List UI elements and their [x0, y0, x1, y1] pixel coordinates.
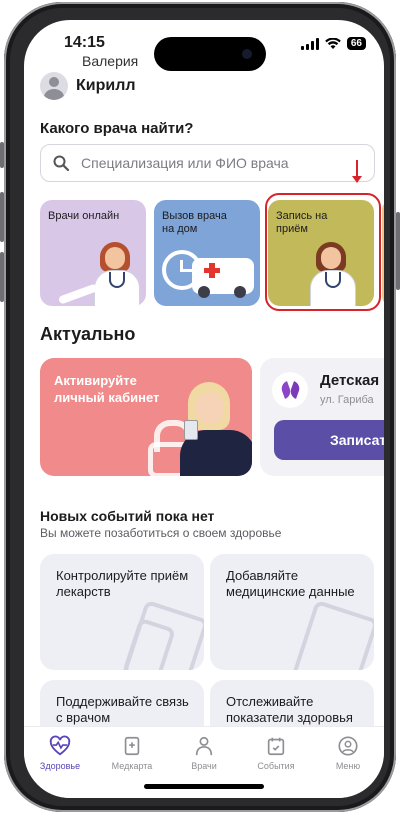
doctor-illustration	[94, 240, 140, 306]
previous-profile-name: Валерия	[82, 53, 139, 69]
home-indicator[interactable]	[144, 784, 264, 789]
highlight-frame	[265, 193, 381, 311]
tab-events[interactable]: События	[240, 735, 312, 771]
clinic-card[interactable]: Детская ул. Гариба Записат	[260, 358, 384, 476]
status-time: 14:15	[64, 34, 105, 51]
card-next-peek	[382, 200, 384, 306]
doctor-icon	[195, 736, 213, 756]
actual-title: Актуально	[40, 324, 136, 344]
promo-card[interactable]: Активируйте личный кабинет	[40, 358, 252, 476]
search-icon	[53, 155, 69, 171]
camera-icon	[242, 49, 252, 59]
dynamic-island	[154, 37, 266, 71]
tab-doctors[interactable]: Врачи	[168, 735, 240, 771]
events-title: Новых событий пока нет	[40, 508, 215, 524]
clinic-name: Детская	[320, 372, 380, 389]
medical-card-icon	[124, 736, 140, 756]
menu-profile-icon	[338, 736, 358, 756]
ambulance-icon	[192, 258, 254, 298]
volume-up-button	[0, 192, 4, 242]
woman-face	[196, 392, 224, 424]
card-doctors-online[interactable]: Врачи онлайн	[40, 200, 146, 306]
heart-pulse-icon	[49, 735, 71, 756]
clinic-address: ул. Гариба	[320, 394, 374, 406]
volume-down-button	[0, 252, 4, 302]
phone-illustration	[184, 420, 198, 440]
profile-switcher[interactable]: Кирилл	[40, 72, 136, 100]
annotation-arrow	[352, 160, 362, 183]
tile-text: Отслеживайте показатели здоровья	[226, 694, 353, 725]
card-label: Врачи онлайн	[48, 210, 120, 222]
medical-record-icon	[290, 599, 374, 670]
tile-text: Поддерживайте связь с врачом	[56, 694, 189, 725]
tab-label: Медкарта	[111, 761, 153, 771]
tab-health[interactable]: Здоровье	[24, 735, 96, 771]
card-label: Вызов врача на дом	[162, 210, 227, 235]
battery-icon: 66	[346, 37, 366, 50]
tab-medcard[interactable]: Медкарта	[96, 735, 168, 771]
hand-decoration	[57, 283, 99, 305]
tab-label: Меню	[335, 761, 361, 771]
book-appointment-button[interactable]: Записат	[274, 420, 384, 460]
tile-text: Добавляйте медицинские данные	[226, 568, 355, 599]
tile-text: Контролируйте приём лекарств	[56, 568, 189, 599]
find-doctor-title: Какого врача найти?	[40, 120, 194, 137]
tile-medical-data[interactable]: Добавляйте медицинские данные	[210, 554, 374, 670]
events-subtitle: Вы можете позаботиться о своем здоровье	[40, 526, 282, 540]
calendar-icon	[267, 737, 285, 756]
wifi-icon	[325, 37, 341, 49]
card-home-visit[interactable]: Вызов врача на дом	[154, 200, 260, 306]
status-icons: 66	[300, 37, 366, 50]
promo-text: Активируйте личный кабинет	[54, 373, 160, 405]
power-button	[396, 212, 400, 290]
tab-label: Здоровье	[39, 761, 81, 771]
app-screen: 14:15 66 Валерия Кирилл Какого врача най…	[24, 20, 384, 798]
phone-frame: 14:15 66 Валерия Кирилл Какого врача най…	[0, 2, 400, 812]
tile-medication[interactable]: Контролируйте приём лекарств	[40, 554, 204, 670]
tab-label: События	[257, 761, 295, 771]
avatar	[40, 72, 68, 100]
search-field[interactable]	[40, 144, 375, 182]
clinic-logo-icon	[272, 372, 308, 408]
profile-name: Кирилл	[76, 77, 136, 94]
tab-menu[interactable]: Меню	[312, 735, 384, 771]
action-button	[0, 142, 4, 168]
tab-label: Врачи	[191, 761, 217, 771]
search-input[interactable]	[79, 154, 353, 172]
signal-icon	[300, 37, 319, 50]
